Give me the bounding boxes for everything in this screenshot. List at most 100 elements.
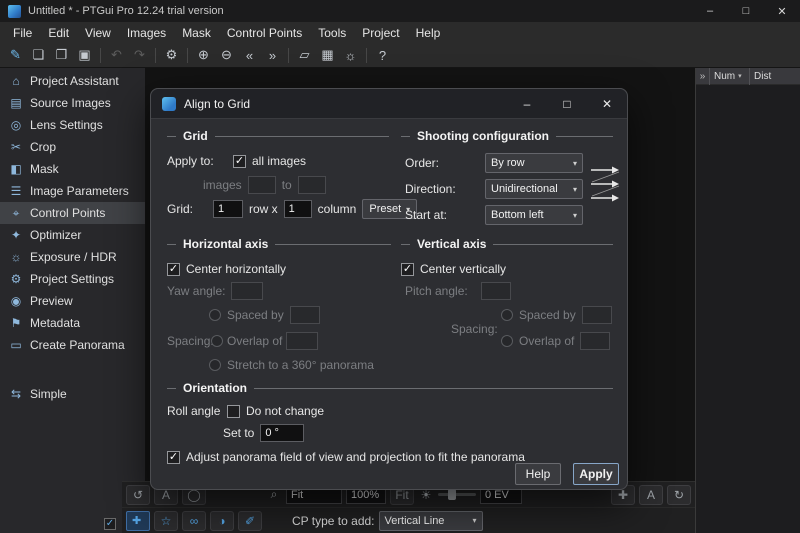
cp-column-num[interactable]: Num ▾ bbox=[709, 67, 749, 85]
lamp-icon[interactable]: ☼ bbox=[339, 45, 362, 66]
next-images-icon[interactable]: » bbox=[261, 45, 284, 66]
refresh-left-button[interactable]: ↺ bbox=[126, 484, 150, 505]
menu-edit[interactable]: Edit bbox=[40, 26, 77, 40]
yaw-angle-input[interactable] bbox=[231, 282, 263, 300]
h-overlap-input[interactable] bbox=[286, 332, 319, 350]
undo-icon[interactable]: ↶ bbox=[105, 45, 128, 66]
cp-column-dist[interactable]: Dist bbox=[749, 67, 800, 85]
exposure-slider[interactable] bbox=[438, 489, 476, 500]
sidebar-item-exposure-hdr[interactable]: ☼ Exposure / HDR bbox=[0, 246, 145, 268]
chevrons-expand-icon[interactable]: » bbox=[696, 71, 709, 82]
sidebar-item-metadata[interactable]: ⚑ Metadata bbox=[0, 312, 145, 334]
h-overlap-radio[interactable] bbox=[211, 335, 223, 347]
add-cp-mode-button[interactable]: ✐ bbox=[238, 510, 262, 531]
detail-viewer-icon[interactable]: ▦ bbox=[316, 45, 339, 66]
menu-project[interactable]: Project bbox=[354, 26, 407, 40]
link-images-button[interactable]: ∞ bbox=[182, 510, 206, 531]
refresh-right-button[interactable]: ↻ bbox=[667, 484, 691, 505]
redo-icon[interactable]: ↷ bbox=[128, 45, 151, 66]
open-project-icon[interactable]: ❏ bbox=[27, 45, 50, 66]
dialog-maximize-button[interactable]: □ bbox=[547, 89, 587, 119]
v-overlap-row: Overlap of bbox=[501, 331, 611, 351]
grid-columns-input[interactable]: 1 bbox=[283, 200, 312, 218]
sidebar-item-project-assistant[interactable]: ⌂ Project Assistant bbox=[0, 70, 145, 92]
menu-file[interactable]: File bbox=[5, 26, 40, 40]
menu-tools[interactable]: Tools bbox=[310, 26, 354, 40]
save-as-icon[interactable]: ❐ bbox=[50, 45, 73, 66]
sidebar-item-preview[interactable]: ◉ Preview bbox=[0, 290, 145, 312]
sidebar-item-create-panorama[interactable]: ▭ Create Panorama bbox=[0, 334, 145, 356]
zoom-out-icon[interactable]: ⊖ bbox=[215, 45, 238, 66]
sidebar-item-image-parameters[interactable]: ☰ Image Parameters bbox=[0, 180, 145, 202]
zoom-in-icon[interactable]: ⊕ bbox=[192, 45, 215, 66]
pitch-angle-input[interactable] bbox=[481, 282, 511, 300]
center-vertically-checkbox[interactable]: ✓ bbox=[401, 262, 414, 276]
contrast-toggle-button[interactable]: ◑ bbox=[210, 510, 234, 531]
sidebar-item-simple[interactable]: ⇆ Simple bbox=[0, 383, 145, 405]
menu-mask[interactable]: Mask bbox=[174, 26, 219, 40]
help-button[interactable]: Help bbox=[515, 463, 561, 485]
bottom-left-checkbox[interactable]: ✓ bbox=[104, 518, 116, 530]
all-images-label: all images bbox=[252, 154, 307, 168]
images-from-input[interactable] bbox=[247, 176, 276, 194]
adjust-fov-checkbox[interactable]: ✓ bbox=[167, 450, 180, 464]
menu-images[interactable]: Images bbox=[119, 26, 174, 40]
minimize-button[interactable]: – bbox=[692, 0, 728, 22]
sidebar-item-optimizer[interactable]: ✦ Optimizer bbox=[0, 224, 145, 246]
stretch-row: Stretch to a 360° panorama bbox=[209, 355, 374, 375]
sidebar-item-label: Preview bbox=[30, 294, 73, 308]
star-cp-button[interactable]: ☆ bbox=[154, 510, 178, 531]
new-project-icon[interactable]: ✎ bbox=[4, 45, 27, 66]
sidebar-item-label: Image Parameters bbox=[30, 184, 129, 198]
v-overlap-radio[interactable] bbox=[501, 335, 513, 347]
sidebar-item-crop[interactable]: ✂ Crop bbox=[0, 136, 145, 158]
save-icon[interactable]: ▣ bbox=[73, 45, 96, 66]
center-horizontally-checkbox[interactable]: ✓ bbox=[167, 262, 180, 276]
section-label: Horizontal axis bbox=[183, 237, 269, 251]
close-button[interactable]: ✕ bbox=[764, 0, 800, 22]
help-icon[interactable]: ? bbox=[371, 45, 394, 66]
menu-view[interactable]: View bbox=[77, 26, 119, 40]
start-at-value: Bottom left bbox=[491, 209, 544, 221]
previous-images-icon[interactable]: « bbox=[238, 45, 261, 66]
slider-knob[interactable] bbox=[448, 489, 456, 500]
images-to-input[interactable] bbox=[297, 176, 326, 194]
dialog-minimize-button[interactable]: – bbox=[507, 89, 547, 119]
sidebar-item-mask[interactable]: ◧ Mask bbox=[0, 158, 145, 180]
sidebar-item-lens-settings[interactable]: ◎ Lens Settings bbox=[0, 114, 145, 136]
sidebar-item-control-points[interactable]: ⌖ Control Points bbox=[0, 202, 145, 224]
menu-help[interactable]: Help bbox=[408, 26, 449, 40]
menu-control-points[interactable]: Control Points bbox=[219, 26, 310, 40]
maximize-button[interactable]: □ bbox=[728, 0, 764, 22]
settings-icon[interactable]: ⚙ bbox=[160, 45, 183, 66]
direction-select[interactable]: Unidirectional ▾ bbox=[485, 179, 583, 199]
stretch-radio[interactable] bbox=[209, 359, 221, 371]
toolbar-separator bbox=[100, 47, 101, 63]
all-images-checkbox[interactable]: ✓ bbox=[233, 154, 246, 168]
sliders-icon: ☰ bbox=[10, 184, 22, 198]
h-spaced-by-input[interactable] bbox=[289, 306, 320, 324]
order-select[interactable]: By row ▾ bbox=[485, 153, 583, 173]
grid-rows-input[interactable]: 1 bbox=[213, 200, 243, 218]
move-point-button[interactable]: ✚ bbox=[126, 510, 150, 531]
cp-table-header: » Num ▾ Dist bbox=[696, 67, 800, 85]
window-titlebar[interactable]: Untitled * - PTGui Pro 12.24 trial versi… bbox=[0, 0, 800, 22]
dialog-titlebar[interactable]: Align to Grid – □ ✕ bbox=[151, 89, 627, 119]
panorama-editor-icon[interactable]: ▱ bbox=[293, 45, 316, 66]
v-spaced-by-radio[interactable] bbox=[501, 309, 513, 321]
dialog-close-button[interactable]: ✕ bbox=[587, 89, 627, 119]
v-overlap-input[interactable] bbox=[580, 332, 611, 350]
cp-type-select[interactable]: Vertical Line ▾ bbox=[378, 510, 483, 531]
sidebar-item-project-settings[interactable]: ⚙ Project Settings bbox=[0, 268, 145, 290]
do-not-change-checkbox[interactable] bbox=[227, 404, 240, 418]
v-spaced-by-input[interactable] bbox=[581, 306, 612, 324]
sidebar-item-source-images[interactable]: ▤ Source Images bbox=[0, 92, 145, 114]
apply-button[interactable]: Apply bbox=[573, 463, 619, 485]
sidebar-item-label: Project Assistant bbox=[30, 74, 119, 88]
h-spaced-by-radio[interactable] bbox=[209, 309, 221, 321]
set-to-input[interactable]: 0 ° bbox=[260, 424, 305, 442]
direction-preview-icon bbox=[589, 163, 623, 210]
start-at-select[interactable]: Bottom left ▾ bbox=[485, 205, 583, 225]
auto-right-button[interactable]: A bbox=[639, 484, 663, 505]
adjust-fov-label: Adjust panorama field of view and projec… bbox=[186, 450, 525, 464]
